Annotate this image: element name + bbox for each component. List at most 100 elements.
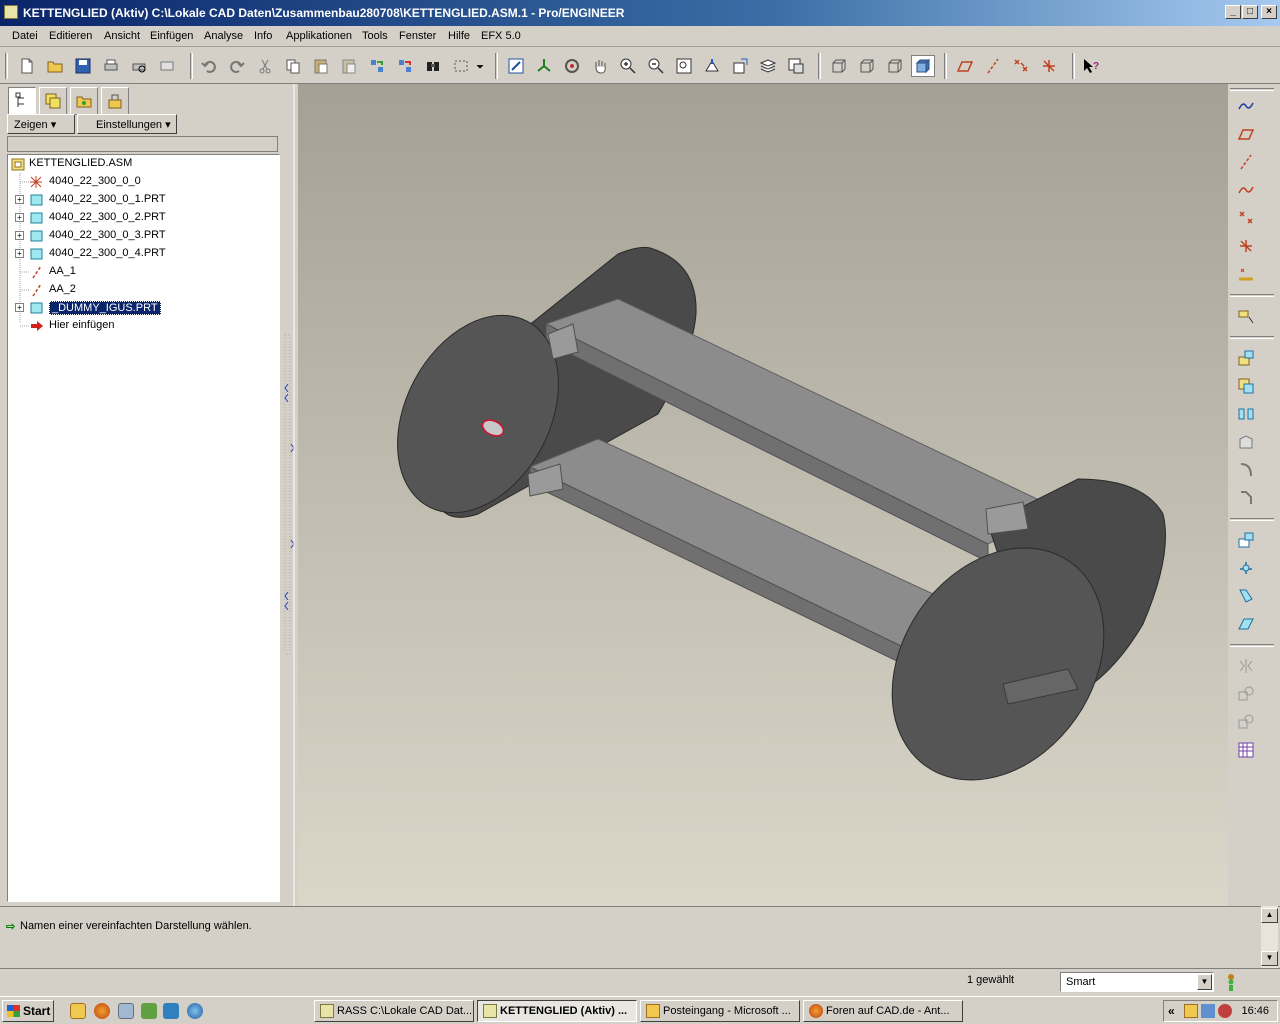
select-dropdown-icon[interactable] [472, 55, 488, 77]
datum-axis-icon[interactable] [1234, 150, 1258, 174]
ie-quicklaunch-icon[interactable] [163, 1003, 179, 1019]
menu-analyse[interactable]: Analyse [204, 30, 243, 42]
menu-editieren[interactable]: Editieren [49, 30, 92, 42]
menu-ansicht[interactable]: Ansicht [104, 30, 140, 42]
tree-row[interactable]: + 4040_22_300_0_3.PRT [8, 227, 278, 245]
redo-icon[interactable] [225, 55, 249, 77]
tree-row-root[interactable]: KETTENGLIED.ASM [8, 155, 278, 173]
hidden-line-icon[interactable] [855, 55, 879, 77]
network-tray-icon[interactable] [1201, 1004, 1215, 1018]
datum-axes-icon[interactable] [981, 55, 1005, 77]
expand-icon[interactable]: + [15, 303, 24, 312]
menu-efx[interactable]: EFX 5.0 [481, 30, 521, 42]
menu-hilfe[interactable]: Hilfe [448, 30, 470, 42]
taskbar-button-active[interactable]: KETTENGLIED (Aktiv) ... [477, 1000, 637, 1022]
maximize-button[interactable]: □ [1242, 5, 1258, 19]
tree-row-selected[interactable]: + _DUMMY_IGUS.PRT [8, 299, 278, 317]
proe-quicklaunch-icon[interactable] [141, 1003, 157, 1019]
annotation-icon[interactable] [1234, 304, 1258, 328]
select-box-icon[interactable] [449, 55, 473, 77]
taskbar-button[interactable]: Foren auf CAD.de - Ant... [803, 1000, 963, 1022]
menu-fenster[interactable]: Fenster [399, 30, 436, 42]
tree-row[interactable]: + 4040_22_300_0_1.PRT [8, 191, 278, 209]
message-scrollbar[interactable]: ▲ ▼ [1261, 906, 1278, 968]
coord-systems-icon[interactable] [1037, 55, 1061, 77]
tray-expand-icon[interactable]: « [1168, 1004, 1175, 1018]
menu-einfuegen[interactable]: Einfügen [150, 30, 193, 42]
zoom-in-icon[interactable] [616, 55, 640, 77]
desktop-quicklaunch-icon[interactable] [187, 1003, 203, 1019]
menu-datei[interactable]: Datei [12, 30, 38, 42]
graphics-window[interactable] [298, 84, 1228, 906]
layers-tab-icon[interactable] [39, 87, 67, 115]
draft-icon[interactable] [1234, 584, 1258, 608]
tree-row[interactable]: 4040_22_300_0_0 [8, 173, 278, 191]
start-button[interactable]: Start [2, 1000, 54, 1022]
reorient-icon[interactable] [700, 55, 724, 77]
coord-system-create-icon[interactable] [1234, 234, 1258, 258]
outlook-tray-icon[interactable] [1184, 1004, 1198, 1018]
context-help-icon[interactable]: ? [1079, 55, 1103, 77]
expand-icon[interactable]: + [15, 195, 24, 204]
find-icon[interactable] [421, 55, 445, 77]
paste-special-icon[interactable] [337, 55, 361, 77]
panel-sash[interactable] [282, 84, 298, 906]
refit-icon[interactable] [672, 55, 696, 77]
selection-filter-select[interactable]: Smart ▼ [1060, 972, 1214, 992]
regen-manager-icon[interactable] [393, 55, 417, 77]
expand-icon[interactable]: + [15, 231, 24, 240]
layers-icon[interactable] [756, 55, 780, 77]
tree-row[interactable]: AA_2 [8, 281, 278, 299]
app-icon[interactable] [4, 5, 18, 19]
folder-browser-icon[interactable] [70, 87, 98, 115]
minimize-button[interactable]: _ [1225, 5, 1241, 19]
print-preview-icon[interactable] [127, 55, 151, 77]
settings-dropdown[interactable]: Einstellungen ▾ [77, 114, 177, 134]
save-icon[interactable] [71, 55, 95, 77]
shading-icon[interactable] [911, 55, 935, 77]
datum-plane-icon[interactable] [1234, 122, 1258, 146]
datum-planes-icon[interactable] [953, 55, 977, 77]
scroll-up-icon[interactable]: ▲ [1261, 908, 1278, 923]
hole-icon[interactable] [1234, 528, 1258, 552]
copy-icon[interactable] [281, 55, 305, 77]
new-file-icon[interactable] [15, 55, 39, 77]
mirror-component-icon[interactable] [1234, 402, 1258, 426]
expand-icon[interactable]: + [15, 249, 24, 258]
sketch-tool-icon[interactable] [1234, 94, 1258, 118]
outlook-quicklaunch-icon[interactable] [70, 1003, 86, 1019]
chevron-down-icon[interactable]: ▼ [1197, 974, 1212, 990]
menu-info[interactable]: Info [254, 30, 272, 42]
paste-icon[interactable] [309, 55, 333, 77]
pan-icon[interactable] [588, 55, 612, 77]
menu-tools[interactable]: Tools [362, 30, 388, 42]
component-create-icon[interactable] [1234, 374, 1258, 398]
tree-row[interactable]: + 4040_22_300_0_2.PRT [8, 209, 278, 227]
print-icon[interactable] [99, 55, 123, 77]
expand-icon[interactable]: + [15, 213, 24, 222]
taskbar-button[interactable]: Posteingang - Microsoft ... [640, 1000, 800, 1022]
undo-icon[interactable] [197, 55, 221, 77]
view-manager-icon[interactable] [728, 55, 752, 77]
security-tray-icon[interactable] [1218, 1004, 1232, 1018]
wireframe-icon[interactable] [827, 55, 851, 77]
mirror-icon[interactable] [1234, 654, 1258, 678]
pattern-icon[interactable] [1234, 682, 1258, 706]
menu-applikationen[interactable]: Applikationen [286, 30, 352, 42]
datum-point-icon[interactable] [1234, 206, 1258, 230]
restructure-icon[interactable] [1234, 430, 1258, 454]
favorites-icon[interactable] [101, 87, 129, 115]
model-tree[interactable]: KETTENGLIED.ASM 4040_22_300_0_0 + 4040_2… [7, 154, 280, 902]
table-icon[interactable] [1234, 738, 1258, 762]
spin-center-icon[interactable] [532, 55, 556, 77]
rib-icon[interactable] [1234, 612, 1258, 636]
zoom-out-icon[interactable] [644, 55, 668, 77]
firefox-quicklaunch-icon[interactable] [94, 1003, 110, 1019]
regenerate-icon[interactable] [365, 55, 389, 77]
tree-row-insert-here[interactable]: Hier einfügen [8, 317, 278, 335]
orient-icon[interactable] [560, 55, 584, 77]
open-folder-icon[interactable] [43, 55, 67, 77]
round-icon[interactable] [1234, 458, 1258, 482]
analysis-feature-icon[interactable] [1234, 262, 1258, 286]
datum-points-icon[interactable] [1009, 55, 1033, 77]
